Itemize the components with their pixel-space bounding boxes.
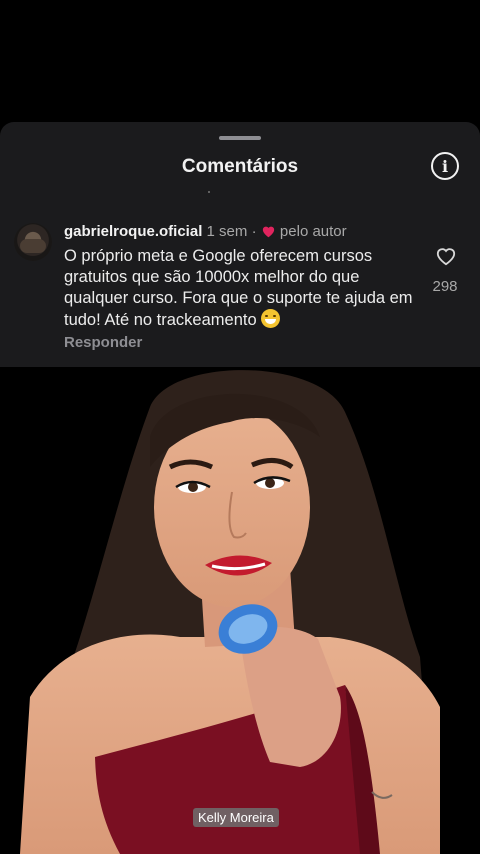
comment-time: 1 sem [206, 223, 248, 240]
grinning-sweat-emoji [261, 309, 281, 328]
heart-outline-icon[interactable] [435, 246, 457, 266]
comment-meta: gabrielroque.oficial 1 sem · pelo autor [64, 223, 347, 240]
divider-dot [208, 191, 210, 193]
avatar[interactable] [14, 223, 52, 261]
meta-separator: · [251, 223, 257, 240]
info-icon[interactable]: i [431, 152, 459, 180]
comments-sheet: Comentários i gabrielroque.oficial 1 sem… [0, 122, 480, 367]
like-count: 298 [432, 278, 458, 295]
author-badge: pelo autor [279, 223, 347, 240]
drag-handle[interactable] [219, 136, 261, 140]
reply-button[interactable]: Responder [64, 334, 142, 351]
video-caption: Kelly Moreira [193, 808, 279, 827]
comment-body: O próprio meta e Google oferecem cursos … [64, 246, 420, 331]
comment-username[interactable]: gabrielroque.oficial [64, 223, 202, 240]
red-heart-icon [262, 226, 274, 238]
video-frame[interactable]: Kelly Moreira [0, 367, 480, 854]
sheet-title: Comentários [181, 156, 299, 177]
video-person-image [20, 370, 440, 854]
comment-text: O próprio meta e Google oferecem cursos … [64, 247, 413, 329]
